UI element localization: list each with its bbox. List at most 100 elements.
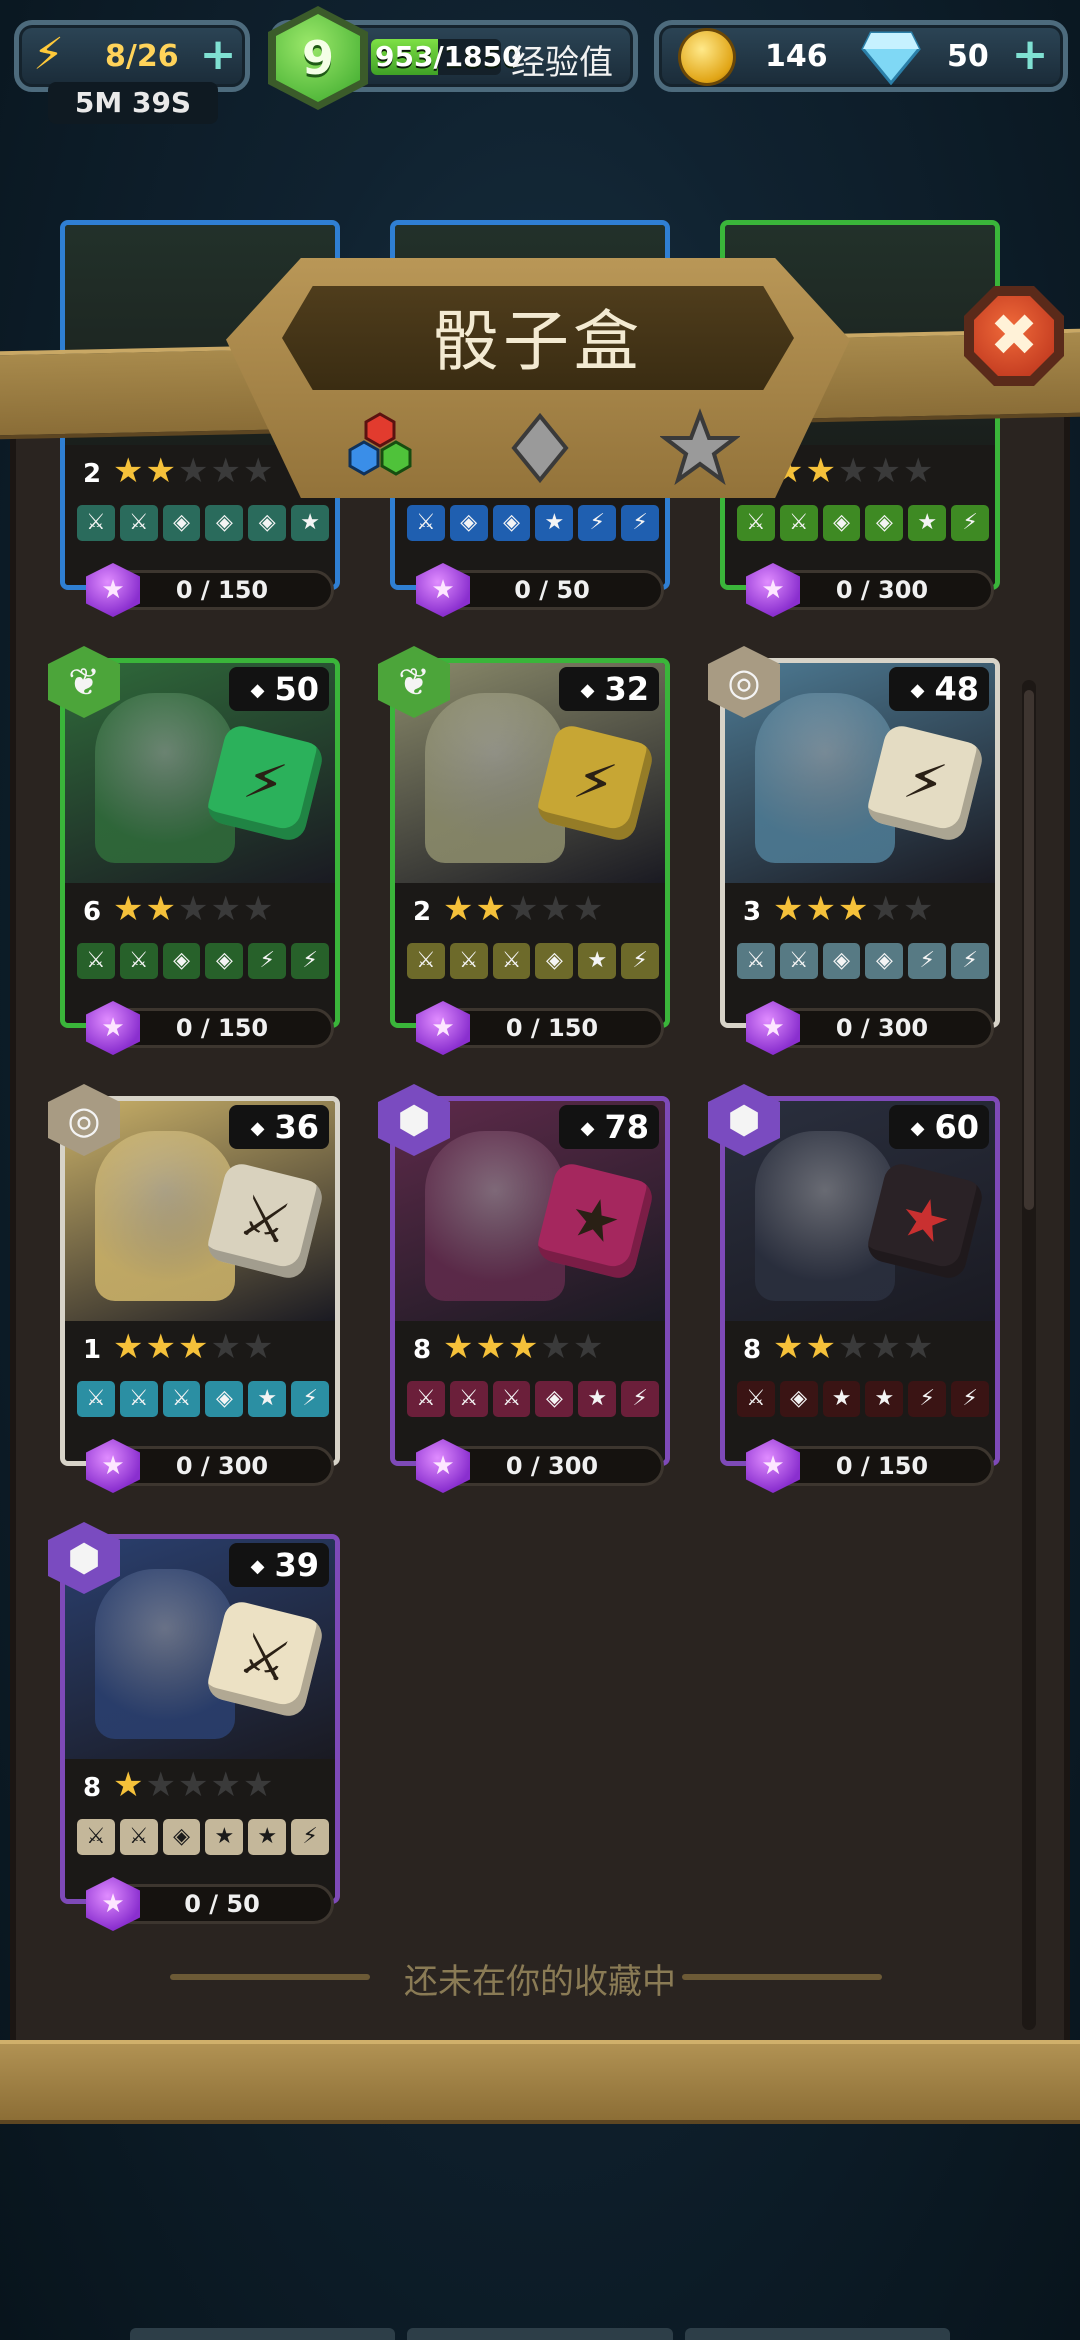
star-icon: ★ (210, 1327, 243, 1367)
dice-face-icon: ◈ (865, 505, 904, 541)
gem-cost: 32 (559, 667, 659, 711)
dice-card[interactable]: ⚡3★★★★★⚔⚔◈◈⚡⚡48 (720, 658, 1000, 1028)
star-rating: ★★★★★ (113, 889, 275, 929)
card-level: 8 (743, 1335, 762, 1365)
dice-face-icon: ◈ (779, 1381, 818, 1417)
star-rating: ★★★★★ (113, 1765, 275, 1805)
dice-face-icon: ★ (535, 505, 574, 541)
shard-progress: 0 / 150 (770, 1446, 994, 1486)
dice-face-icon: ⚔ (737, 943, 775, 979)
dice-face-icon: ⚡ (951, 943, 989, 979)
star-icon: ★ (242, 1765, 276, 1805)
dice-face-icon: ⚡ (621, 943, 659, 979)
dice-face-icon: ⚔ (449, 943, 488, 979)
dice-face-icon: ⚔ (77, 1381, 115, 1417)
star-icon: ★ (837, 1327, 871, 1367)
tab-colored-dice[interactable] (340, 408, 420, 488)
star-icon: ★ (210, 451, 243, 491)
star-icon: ★ (443, 889, 476, 929)
star-icon: ★ (805, 1327, 838, 1367)
gem-cost: 60 (889, 1105, 989, 1149)
lightning-icon: ⚡ (33, 29, 64, 80)
player-level: 9 (276, 14, 360, 102)
dice-card[interactable]: ⚔8★★★★★⚔⚔◈★★⚡39 (60, 1534, 340, 1904)
star-icon: ★ (242, 451, 276, 491)
card-level: 1 (83, 1335, 102, 1365)
add-energy-button[interactable]: + (199, 33, 237, 77)
star-icon: ★ (145, 451, 178, 491)
dice-faces: ⚔ ⚔ ◈ ◈ ◈ ★ (77, 505, 329, 543)
dice-face-icon: ⚔ (449, 1381, 488, 1417)
dice-face-icon: ◈ (535, 943, 574, 979)
star-icon: ★ (113, 889, 146, 929)
dice-face-icon: ★ (908, 505, 947, 541)
bottom-banner (0, 2040, 1080, 2124)
star-rating: ★★★★★ (443, 889, 605, 929)
dice-face-icon: ★ (865, 1381, 904, 1417)
dice-card[interactable]: ★8★★★★★⚔◈★★⚡⚡60 (720, 1096, 1000, 1466)
coin-icon (681, 31, 733, 83)
dice-face-icon: ◈ (822, 943, 861, 979)
star-rating: ★★★★★ (773, 1327, 935, 1367)
dice-face-icon: ⚡ (291, 1819, 329, 1855)
gem-count: 50 (947, 39, 989, 74)
gem-cost: 50 (229, 667, 329, 711)
tab-star[interactable] (660, 408, 740, 488)
star-icon: ★ (113, 1765, 146, 1805)
dice-face-icon: ★ (822, 1381, 861, 1417)
dice-face-icon: ★ (578, 1381, 617, 1417)
dice-face-icon: ◈ (162, 1819, 201, 1855)
star-icon: ★ (773, 889, 806, 929)
shard-progress: 0 / 300 (770, 1008, 994, 1048)
dice-faces: ⚔ ⚔ ⚔ ◈ ★ ⚡ (407, 1381, 659, 1419)
dice-face-icon: ◈ (162, 943, 201, 979)
star-icon: ★ (507, 889, 541, 929)
star-rating: ★★★★★ (113, 1327, 275, 1367)
tab-gray-dice[interactable] (500, 408, 580, 488)
dice-face-icon: ⚔ (407, 943, 445, 979)
dice-card[interactable]: ⚔1★★★★★⚔⚔⚔◈★⚡36 (60, 1096, 340, 1466)
star-icon: ★ (475, 889, 508, 929)
dice-face-icon: ⚡ (248, 943, 287, 979)
dice-card[interactable]: ⚡2★★★★★⚔⚔⚔◈★⚡32 (390, 658, 670, 1028)
shard-progress: 0 / 150 (110, 570, 334, 610)
dice-face-icon: ⚔ (492, 943, 531, 979)
dice-face-icon: ◈ (205, 943, 244, 979)
dice-face-icon: ◈ (535, 1381, 574, 1417)
star-icon: ★ (902, 889, 936, 929)
currency-display: 146 50 + (654, 20, 1068, 92)
dice-faces: ⚔ ⚔ ◈ ◈ ★ ⚡ (737, 505, 989, 543)
not-in-collection-label: 还未在你的收藏中 (404, 1962, 676, 2002)
add-gems-button[interactable]: + (1011, 33, 1049, 77)
gem-cost: 78 (559, 1105, 659, 1149)
shard-progress: 0 / 50 (440, 570, 664, 610)
close-icon[interactable]: ✖ (974, 296, 1054, 376)
shard-progress: 0 / 300 (440, 1446, 664, 1486)
star-icon: ★ (113, 451, 146, 491)
dice-face-icon: ⚡ (951, 505, 989, 541)
dice-card[interactable]: ★8★★★★★⚔⚔⚔◈★⚡78 (390, 1096, 670, 1466)
star-icon: ★ (177, 451, 211, 491)
dice-face-icon: ◈ (162, 505, 201, 541)
dice-face-icon: ⚔ (779, 943, 818, 979)
card-level: 8 (413, 1335, 432, 1365)
diamond-icon (861, 31, 921, 85)
dice-face-icon: ⚡ (621, 1381, 659, 1417)
star-icon: ★ (145, 1327, 178, 1367)
gem-cost: 39 (229, 1543, 329, 1587)
dice-card[interactable]: ⚡6★★★★★⚔⚔◈◈⚡⚡50 (60, 658, 340, 1028)
dice-face-icon: ⚔ (77, 505, 115, 541)
shard-progress: 0 / 300 (770, 570, 994, 610)
dice-face-icon: ★ (248, 1381, 287, 1417)
dice-face-icon: ⚔ (737, 1381, 775, 1417)
star-icon: ★ (113, 1327, 146, 1367)
dice-face-icon: ⚔ (119, 1819, 158, 1855)
scrollbar-thumb[interactable] (1024, 690, 1034, 1210)
card-level: 3 (743, 897, 762, 927)
star-icon: ★ (870, 1327, 903, 1367)
star-icon: ★ (177, 1327, 211, 1367)
dice-face-icon: ⚔ (737, 505, 775, 541)
xp-label: 经验值 (511, 43, 613, 83)
dice-face-icon: ⚡ (621, 505, 659, 541)
star-icon: ★ (507, 1327, 541, 1367)
